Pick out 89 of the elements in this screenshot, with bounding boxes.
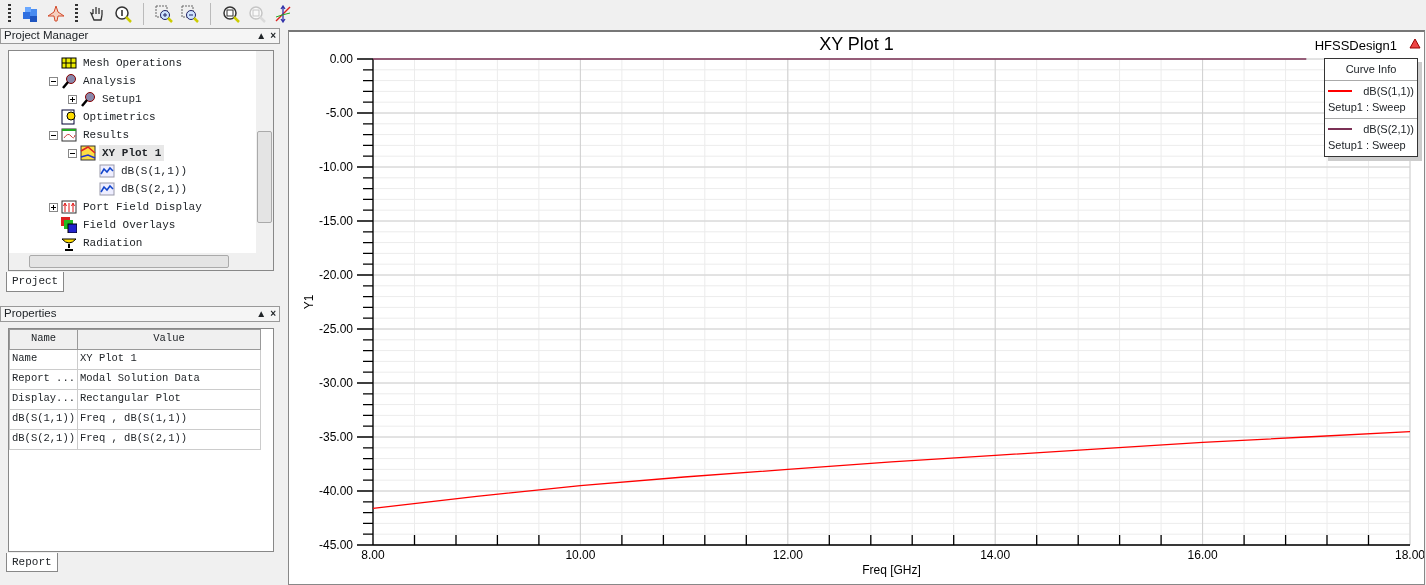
legend-solution: Setup1 : Sweep — [1328, 138, 1407, 153]
tree-item[interactable]: Optimetrics — [80, 108, 159, 126]
design-name: HFSSDesign1 — [1314, 38, 1397, 53]
collapse-button[interactable] — [49, 76, 58, 86]
magnifier-icon — [80, 91, 96, 107]
panel-tab[interactable]: Report — [6, 552, 58, 572]
table-cell: Rectangular Plot — [77, 389, 261, 409]
table-cell: Name — [9, 349, 78, 369]
y-tick-label: 0.00 — [329, 52, 353, 66]
close-button[interactable]: × — [270, 30, 276, 42]
y-tick-label: -35.00 — [318, 430, 353, 444]
zoom-out-button[interactable] — [179, 3, 201, 25]
tree-item[interactable]: Mesh Operations — [80, 54, 186, 72]
collapse-button[interactable] — [49, 130, 58, 140]
horizontal-scrollbar[interactable] — [9, 253, 273, 270]
tree-item[interactable]: dB(S(2,1)) — [118, 180, 190, 198]
zoom-icon — [248, 5, 266, 23]
panel-tab[interactable]: Project — [6, 272, 65, 292]
hand-icon — [88, 5, 106, 23]
y-tick-label: -20.00 — [318, 268, 353, 282]
aircraft-icon — [47, 5, 65, 23]
y-axis-label: Y1 — [302, 294, 316, 310]
gear-icon — [61, 109, 77, 125]
y-tick-label: -40.00 — [318, 484, 353, 498]
x-tick-label: 14.00 — [980, 548, 1011, 562]
squares-icon — [61, 217, 77, 233]
trace-icon — [99, 181, 115, 197]
table-cell: dB(S(2,1)) — [9, 429, 78, 449]
zoom-button[interactable] — [220, 3, 242, 25]
legend-trace: dB(S(1,1)) — [1363, 83, 1414, 99]
tree-item[interactable]: Analysis — [80, 72, 139, 90]
pin-button[interactable]: ▲ — [256, 307, 267, 319]
cubes-icon — [21, 5, 39, 23]
zoom-icon — [222, 5, 240, 23]
arrows-icon — [61, 199, 77, 215]
axes-icon — [274, 5, 292, 23]
tree-item[interactable]: XY Plot 1 — [99, 144, 165, 162]
aircraft-button[interactable] — [45, 3, 67, 25]
column-header: Value — [77, 329, 261, 349]
table-cell: XY Plot 1 — [77, 349, 261, 369]
y-tick-label: -45.00 — [318, 538, 353, 552]
grid-icon — [61, 55, 77, 71]
tree-item[interactable]: dB(S(1,1)) — [118, 162, 190, 180]
x-tick-label: 18.00 — [1395, 548, 1424, 562]
panel-title: Properties — [4, 305, 57, 321]
legend-trace: dB(S(2,1)) — [1363, 121, 1414, 137]
legend-title: Curve Info — [1325, 59, 1417, 81]
expand-button[interactable] — [68, 94, 77, 104]
close-button[interactable]: × — [270, 307, 276, 319]
chart-icon — [61, 127, 77, 143]
x-tick-label: 12.00 — [772, 548, 803, 562]
tree-item[interactable]: Port Field Display — [80, 198, 205, 216]
y-tick-label: -15.00 — [318, 214, 353, 228]
expand-button[interactable] — [49, 202, 58, 212]
info-magnifier-button[interactable] — [112, 3, 134, 25]
y-tick-label: -30.00 — [318, 376, 353, 390]
x-axis-label: Freq [GHz] — [862, 563, 921, 577]
y-tick-label: -10.00 — [318, 160, 353, 174]
column-header: Name — [9, 329, 78, 349]
logo-icon — [1409, 38, 1421, 49]
magnifier-icon — [61, 73, 77, 89]
zoom-out-icon — [181, 5, 199, 23]
vertical-scrollbar[interactable] — [256, 51, 273, 253]
table-cell: Freq , dB(S(2,1)) — [77, 429, 261, 449]
tree-item[interactable]: Field Overlays — [80, 216, 179, 234]
tree-item[interactable]: Setup1 — [99, 90, 145, 108]
legend-solution: Setup1 : Sweep — [1328, 100, 1407, 115]
tree-item[interactable]: Radiation — [80, 234, 146, 251]
zoom-in-icon — [155, 5, 173, 23]
info-magnifier-icon — [114, 5, 132, 23]
table-cell: dB(S(1,1)) — [9, 409, 78, 429]
x-tick-label: 16.00 — [1187, 548, 1218, 562]
collapse-button[interactable] — [68, 148, 77, 158]
y-tick-label: -25.00 — [318, 322, 353, 336]
tree-item[interactable]: Results — [80, 126, 133, 144]
pin-button[interactable]: ▲ — [256, 30, 267, 42]
y-tick-label: -5.00 — [325, 106, 353, 120]
table-cell: Modal Solution Data — [77, 369, 261, 389]
table-cell: Display... — [9, 389, 78, 409]
x-tick-label: 10.00 — [565, 548, 596, 562]
zoom-in-button[interactable] — [153, 3, 175, 25]
trace-icon — [99, 163, 115, 179]
dish-icon — [61, 235, 77, 251]
table-cell: Freq , dB(S(1,1)) — [77, 409, 261, 429]
chart-title: XY Plot 1 — [819, 34, 894, 54]
plot-icon — [80, 145, 96, 161]
panel-title: Project Manager — [4, 28, 89, 44]
table-cell: Report ... — [9, 369, 78, 389]
x-tick-label: 8.00 — [361, 548, 385, 562]
